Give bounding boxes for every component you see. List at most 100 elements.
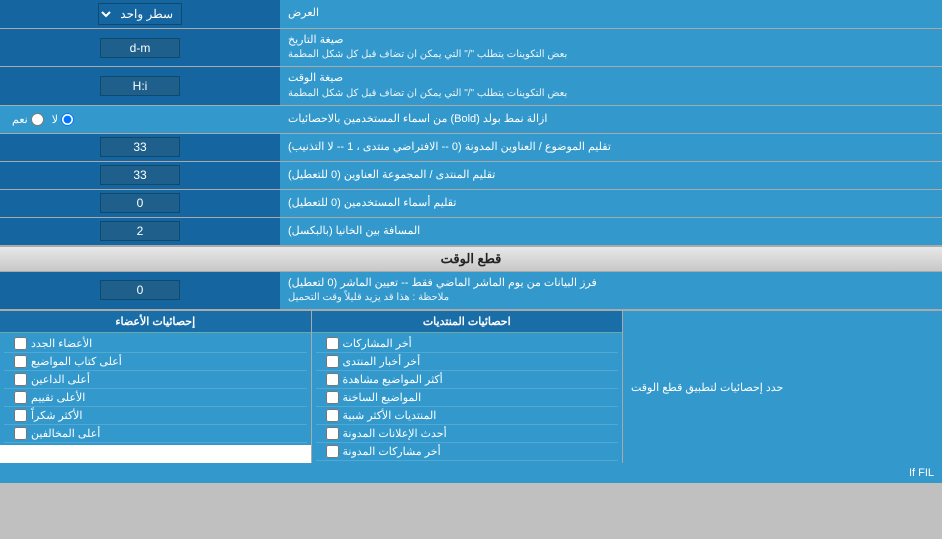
stats-post-check-3[interactable] (326, 391, 339, 404)
distance-row: المسافة بين الخانيا (بالبكسل) (0, 218, 942, 246)
time-format-main-label: صيغة الوقت (288, 71, 343, 86)
cutoff-main-label: فرز البيانات من يوم الماشر الماضي فقط --… (288, 276, 597, 291)
distance-label-text: المسافة بين الخانيا (بالبكسل) (288, 224, 420, 239)
list-item: أكثر المواضيع مشاهدة (316, 371, 619, 389)
stats-posts-header: احصائيات المنتديات (312, 311, 623, 333)
users-order-input[interactable] (100, 193, 180, 213)
forum-order-label: تقليم المنتدى / المجموعة العناوين (0 للت… (280, 162, 942, 189)
display-input-cell: سطر واحد سطرين ثلاثة أسطر (0, 0, 280, 28)
date-format-input-cell (0, 29, 280, 66)
stats-post-check-2[interactable] (326, 373, 339, 386)
display-label: العرض (280, 0, 942, 28)
bold-remove-label-text: ازالة نمط بولد (Bold) من اسماء المستخدمي… (288, 112, 547, 127)
stats-post-item-2: أكثر المواضيع مشاهدة (343, 373, 443, 386)
cutoff-label: فرز البيانات من يوم الماشر الماضي فقط --… (280, 272, 942, 309)
list-item: أخر المشاركات (316, 335, 619, 353)
stats-member-item-2: أعلى الداعين (31, 373, 90, 386)
bold-yes-text: نعم (12, 113, 28, 126)
users-order-row: تقليم أسماء المستخدمين (0 للتعطيل) (0, 190, 942, 218)
date-format-main-label: صيغة التاريخ (288, 33, 343, 48)
list-item: أعلى المخالفين (4, 425, 307, 443)
main-container: العرض سطر واحد سطرين ثلاثة أسطر صيغة الت… (0, 0, 942, 483)
date-format-input[interactable] (100, 38, 180, 58)
stats-posts-items: أخر المشاركات أخر أخبار المنتدى أكثر الم… (312, 333, 623, 463)
users-order-label: تقليم أسماء المستخدمين (0 للتعطيل) (280, 190, 942, 217)
stats-members-header-text: إحصائيات الأعضاء (115, 316, 195, 328)
list-item: المنتديات الأكثر شبية (316, 407, 619, 425)
stats-member-item-4: الأكثر شكراً (31, 409, 82, 422)
section-title-text: قطع الوقت (441, 251, 502, 266)
stats-member-check-5[interactable] (14, 427, 27, 440)
stats-member-item-0: الأعضاء الجدد (31, 337, 92, 350)
stats-member-check-2[interactable] (14, 373, 27, 386)
time-format-sub-label: بعض التكوينات يتطلب "/" التي يمكن ان تضا… (288, 87, 567, 101)
stats-post-check-0[interactable] (326, 337, 339, 350)
distance-label: المسافة بين الخانيا (بالبكسل) (280, 218, 942, 245)
stats-post-item-0: أخر المشاركات (343, 337, 412, 350)
list-item: أعلى كتاب المواضيع (4, 353, 307, 371)
stats-members-col: إحصائيات الأعضاء الأعضاء الجدد أعلى كتاب… (0, 311, 312, 463)
bold-no-radio[interactable] (61, 113, 74, 126)
stats-member-item-1: أعلى كتاب المواضيع (31, 355, 122, 368)
stats-post-item-5: أحدث الإعلانات المدونة (343, 427, 447, 440)
forum-order-input-cell (0, 162, 280, 189)
date-format-sub-label: بعض التكوينات يتطلب "/" التي يمكن ان تضا… (288, 48, 567, 62)
topic-order-row: تقليم الموضوع / العناوين المدونة (0 -- ا… (0, 134, 942, 162)
list-item: أحدث الإعلانات المدونة (316, 425, 619, 443)
bold-no-text: لا (52, 113, 58, 126)
stats-post-check-6[interactable] (326, 445, 339, 458)
time-format-input-cell (0, 67, 280, 104)
list-item: الأكثر شكراً (4, 407, 307, 425)
stats-post-check-4[interactable] (326, 409, 339, 422)
stats-post-check-5[interactable] (326, 427, 339, 440)
forum-order-row: تقليم المنتدى / المجموعة العناوين (0 للت… (0, 162, 942, 190)
display-select[interactable]: سطر واحد سطرين ثلاثة أسطر (98, 3, 182, 25)
bold-yes-label[interactable]: نعم (12, 113, 44, 126)
cutoff-note-label: ملاحظة : هذا قد يزيد قليلاً وقت التحميل (288, 291, 449, 305)
list-item: أخر أخبار المنتدى (316, 353, 619, 371)
cutoff-row: فرز البيانات من يوم الماشر الماضي فقط --… (0, 272, 942, 310)
stats-member-check-3[interactable] (14, 391, 27, 404)
stats-post-item-6: أخر مشاركات المدونة (343, 445, 441, 458)
topic-order-input[interactable] (100, 137, 180, 157)
cutoff-input[interactable] (100, 280, 180, 300)
topic-order-input-cell (0, 134, 280, 161)
stats-post-item-4: المنتديات الأكثر شبية (343, 409, 437, 422)
stats-member-check-4[interactable] (14, 409, 27, 422)
footer-note: If FIL (0, 463, 942, 483)
footer-note-text: If FIL (909, 467, 934, 479)
stats-post-item-1: أخر أخبار المنتدى (343, 355, 421, 368)
bold-yes-radio[interactable] (31, 113, 44, 126)
forum-order-input[interactable] (100, 165, 180, 185)
stats-members-items: الأعضاء الجدد أعلى كتاب المواضيع أعلى ال… (0, 333, 311, 445)
distance-input[interactable] (100, 221, 180, 241)
time-format-row: صيغة الوقت بعض التكوينات يتطلب "/" التي … (0, 67, 942, 105)
time-format-input[interactable] (100, 76, 180, 96)
date-format-label: صيغة التاريخ بعض التكوينات يتطلب "/" الت… (280, 29, 942, 66)
stats-member-check-1[interactable] (14, 355, 27, 368)
stats-post-check-1[interactable] (326, 355, 339, 368)
list-item: أخر مشاركات المدونة (316, 443, 619, 461)
stats-member-item-5: أعلى المخالفين (31, 427, 100, 440)
distance-input-cell (0, 218, 280, 245)
apply-label-text: حدد إحصائيات لتطبيق قطع الوقت (631, 381, 783, 394)
apply-label-cell: حدد إحصائيات لتطبيق قطع الوقت (622, 311, 942, 463)
display-label-text: العرض (288, 6, 319, 21)
stats-posts-header-text: احصائيات المنتديات (423, 316, 511, 328)
stats-posts-col: احصائيات المنتديات أخر المشاركات أخر أخب… (312, 311, 623, 463)
users-order-label-text: تقليم أسماء المستخدمين (0 للتعطيل) (288, 196, 456, 211)
bold-no-label[interactable]: لا (52, 113, 74, 126)
topic-order-label: تقليم الموضوع / العناوين المدونة (0 -- ا… (280, 134, 942, 161)
list-item: أعلى الداعين (4, 371, 307, 389)
topic-order-label-text: تقليم الموضوع / العناوين المدونة (0 -- ا… (288, 140, 611, 155)
cutoff-input-cell (0, 272, 280, 309)
bold-remove-radio-cell: لا نعم (0, 106, 280, 133)
list-item: الأعضاء الجدد (4, 335, 307, 353)
section-header: قطع الوقت (0, 246, 942, 272)
stats-section: حدد إحصائيات لتطبيق قطع الوقت احصائيات ا… (0, 310, 942, 463)
top-header-row: العرض سطر واحد سطرين ثلاثة أسطر (0, 0, 942, 29)
bold-remove-row: ازالة نمط بولد (Bold) من اسماء المستخدمي… (0, 106, 942, 134)
stats-members-header: إحصائيات الأعضاء (0, 311, 311, 333)
stats-member-check-0[interactable] (14, 337, 27, 350)
time-format-label: صيغة الوقت بعض التكوينات يتطلب "/" التي … (280, 67, 942, 104)
